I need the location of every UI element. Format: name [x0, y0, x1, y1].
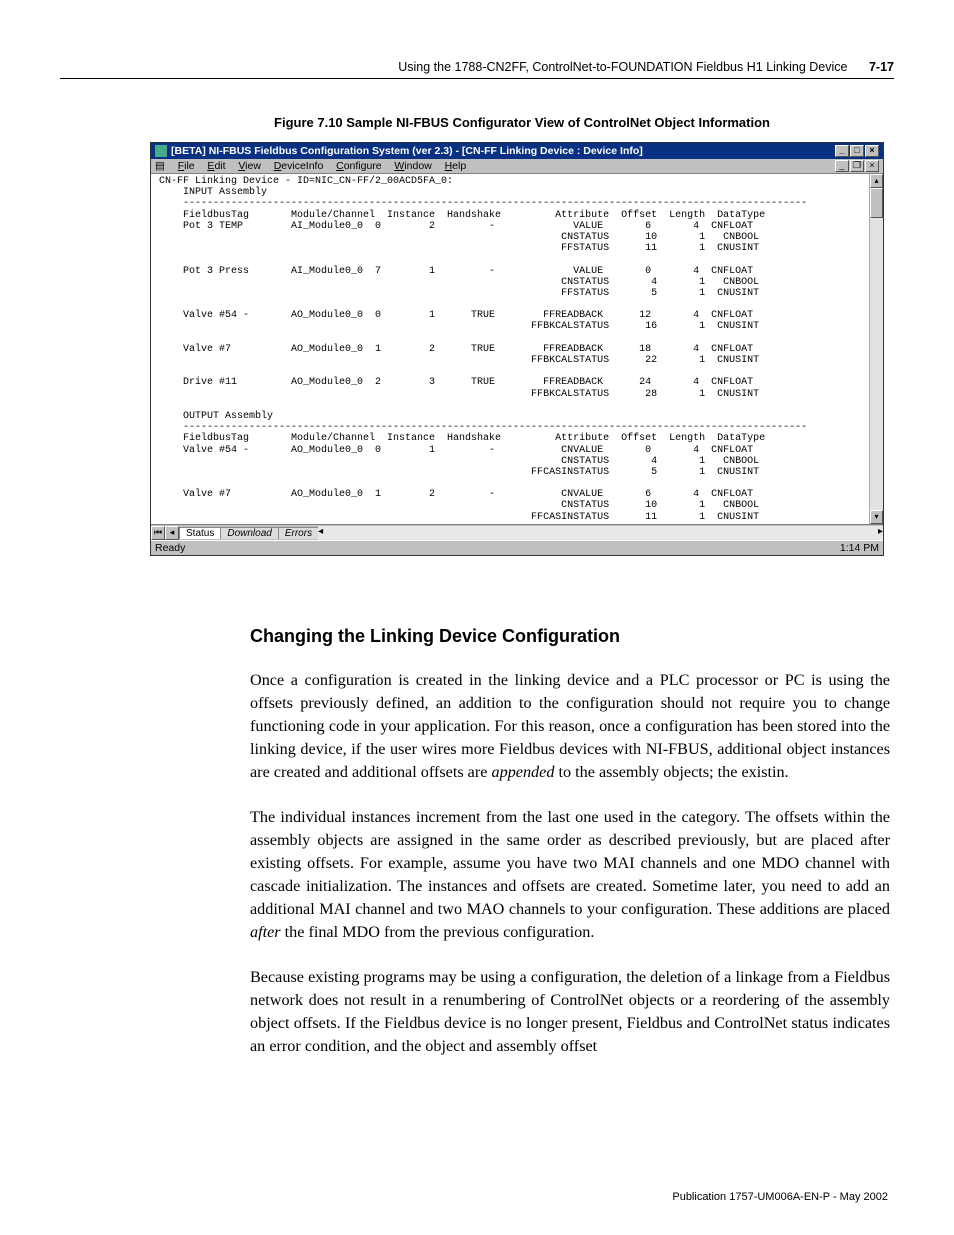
menu-file[interactable]: File	[178, 160, 195, 172]
hscroll-right-icon[interactable]: ▸	[878, 526, 883, 537]
tab-nav-first[interactable]: ⏮	[151, 526, 165, 540]
bottom-tabstrip: ⏮ ◂ Status Download Errors ◂ ▸	[151, 524, 883, 540]
paragraph-3: Because existing programs may be using a…	[250, 966, 890, 1058]
tab-download[interactable]: Download	[220, 527, 278, 539]
status-time: 1:14 PM	[840, 542, 879, 554]
menubar: ▤ File Edit View DeviceInfo Configure Wi…	[151, 159, 883, 174]
child-restore-button[interactable]: ❐	[850, 160, 864, 172]
maximize-button[interactable]: □	[850, 145, 864, 157]
body-text: Once a configuration is created in the l…	[250, 669, 890, 1058]
vertical-scrollbar[interactable]: ▴ ▾	[869, 174, 883, 524]
hscroll-left-icon[interactable]: ◂	[318, 526, 323, 537]
menu-window[interactable]: Window	[394, 160, 431, 172]
header-page-number: 7-17	[869, 60, 894, 74]
tab-nav-prev[interactable]: ◂	[165, 526, 179, 540]
statusbar: Ready 1:14 PM	[151, 540, 883, 555]
tab-status[interactable]: Status	[179, 527, 221, 539]
publication-footer: Publication 1757-UM006A-EN-P - May 2002	[672, 1191, 888, 1203]
menu-help[interactable]: Help	[445, 160, 467, 172]
minimize-button[interactable]: _	[835, 145, 849, 157]
header-text: Using the 1788-CN2FF, ControlNet-to-FOUN…	[398, 60, 847, 74]
child-close-button[interactable]: ×	[865, 160, 879, 172]
child-window-icon[interactable]: ▤	[155, 160, 165, 172]
scroll-up-icon[interactable]: ▴	[870, 174, 883, 188]
app-window: [BETA] NI-FBUS Fieldbus Configuration Sy…	[150, 142, 884, 556]
scroll-down-icon[interactable]: ▾	[870, 510, 883, 524]
figure-caption: Figure 7.10 Sample NI-FBUS Configurator …	[150, 115, 894, 130]
app-icon	[155, 145, 167, 157]
content-area: CN-FF Linking Device - ID=NIC_CN-FF/2_00…	[151, 174, 883, 524]
child-minimize-button[interactable]: _	[835, 160, 849, 172]
menu-configure[interactable]: Configure	[336, 160, 382, 172]
device-info-text: CN-FF Linking Device - ID=NIC_CN-FF/2_00…	[159, 176, 881, 524]
paragraph-1: Once a configuration is created in the l…	[250, 669, 890, 784]
tab-errors[interactable]: Errors	[278, 527, 319, 539]
menu-edit[interactable]: Edit	[207, 160, 225, 172]
scroll-thumb[interactable]	[870, 188, 883, 218]
menu-view[interactable]: View	[238, 160, 261, 172]
titlebar[interactable]: [BETA] NI-FBUS Fieldbus Configuration Sy…	[151, 143, 883, 159]
running-header: Using the 1788-CN2FF, ControlNet-to-FOUN…	[60, 60, 894, 79]
horizontal-scrollbar[interactable]: ◂ ▸	[318, 526, 883, 540]
status-text: Ready	[155, 542, 185, 554]
section-heading: Changing the Linking Device Configuratio…	[250, 626, 894, 647]
paragraph-2: The individual instances increment from …	[250, 806, 890, 944]
close-button[interactable]: ×	[865, 145, 879, 157]
menu-deviceinfo[interactable]: DeviceInfo	[274, 160, 324, 172]
window-title: [BETA] NI-FBUS Fieldbus Configuration Sy…	[171, 145, 643, 157]
